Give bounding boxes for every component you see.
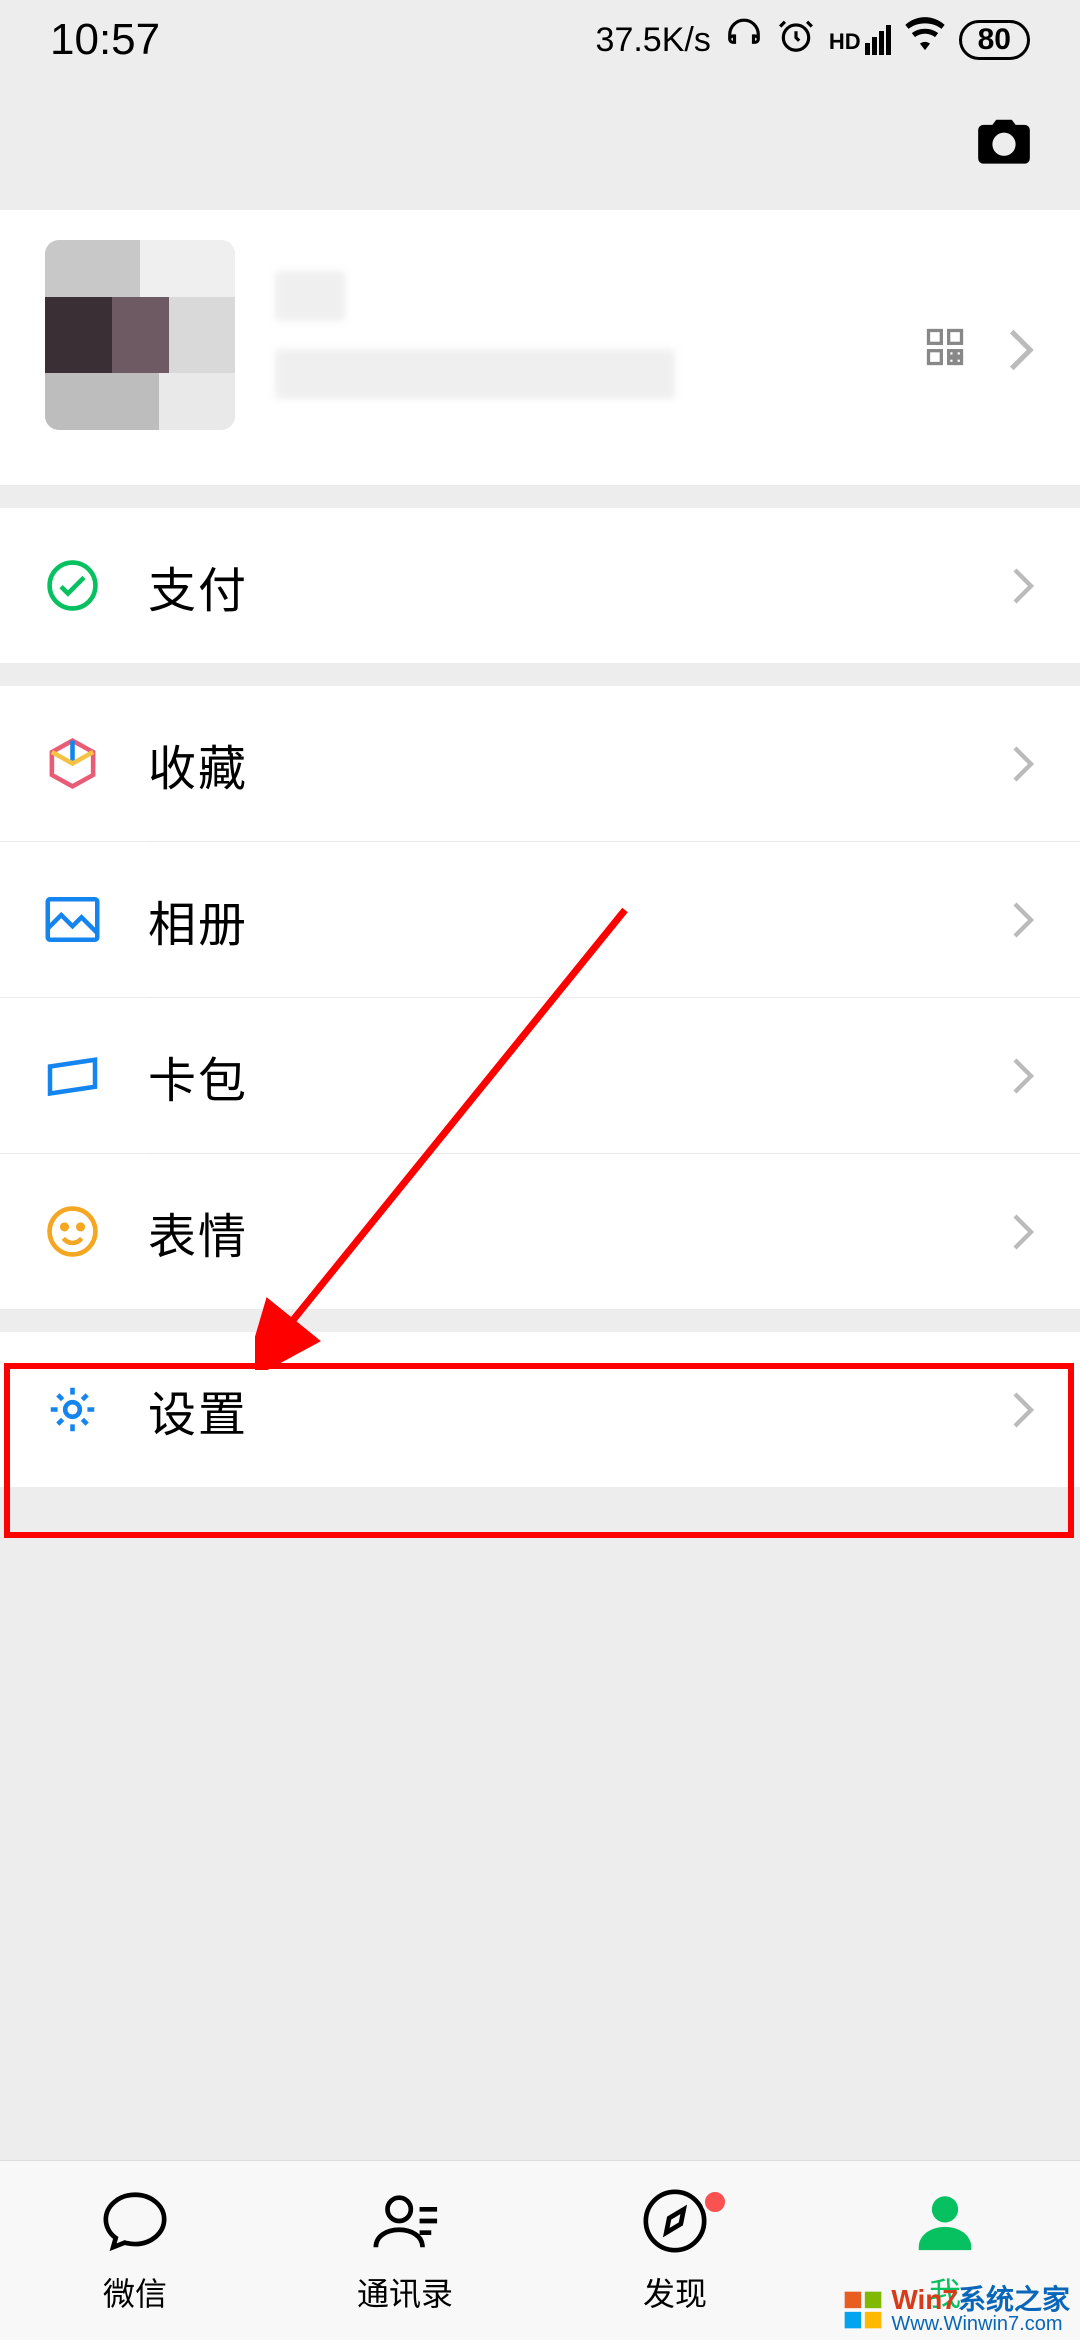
status-time: 10:57 bbox=[50, 15, 160, 65]
avatar bbox=[45, 240, 235, 430]
chevron-right-icon bbox=[1011, 744, 1035, 784]
chevron-right-icon bbox=[1011, 1212, 1035, 1252]
menu-item-stickers[interactable]: 表情 bbox=[0, 1154, 1080, 1309]
notification-dot bbox=[702, 2189, 728, 2215]
tab-label: 微信 bbox=[103, 2269, 167, 2315]
chevron-right-icon bbox=[1011, 1056, 1035, 1096]
sticker-icon bbox=[45, 1204, 100, 1259]
chevron-right-icon bbox=[1011, 900, 1035, 940]
settings-icon bbox=[45, 1382, 100, 1437]
menu-item-favorites[interactable]: 收藏 bbox=[0, 686, 1080, 841]
camera-icon[interactable] bbox=[973, 112, 1035, 179]
chevron-right-icon bbox=[1011, 1390, 1035, 1430]
profile-info bbox=[275, 271, 1035, 399]
menu-label: 支付 bbox=[148, 551, 248, 621]
battery-indicator: 80 bbox=[959, 20, 1030, 60]
tab-chats[interactable]: 微信 bbox=[0, 2161, 270, 2340]
menu-item-pay[interactable]: 支付 bbox=[0, 508, 1080, 663]
menu-item-album[interactable]: 相册 bbox=[0, 842, 1080, 997]
me-icon bbox=[910, 2186, 980, 2261]
discover-icon bbox=[640, 2186, 710, 2261]
menu-label: 表情 bbox=[148, 1197, 248, 1267]
chats-icon bbox=[100, 2186, 170, 2261]
tab-contacts[interactable]: 通讯录 bbox=[270, 2161, 540, 2340]
tab-discover[interactable]: 发现 bbox=[540, 2161, 810, 2340]
header-camera-row bbox=[0, 80, 1080, 210]
status-net-speed: 37.5K/s bbox=[596, 21, 711, 60]
hd-signal-icon: HD bbox=[829, 25, 891, 55]
tab-label: 通讯录 bbox=[357, 2269, 453, 2315]
pay-icon bbox=[45, 558, 100, 613]
tab-label: 我 bbox=[929, 2269, 961, 2315]
profile-card[interactable] bbox=[0, 210, 1080, 485]
tab-me[interactable]: 我 bbox=[810, 2161, 1080, 2340]
alarm-icon bbox=[777, 17, 815, 64]
menu-label: 收藏 bbox=[148, 729, 248, 799]
tab-bar: 微信 通讯录 发现 我 bbox=[0, 2160, 1080, 2340]
menu-item-cards[interactable]: 卡包 bbox=[0, 998, 1080, 1153]
favorites-icon bbox=[45, 736, 100, 791]
cards-icon bbox=[45, 1048, 100, 1103]
album-icon bbox=[45, 892, 100, 947]
status-bar: 10:57 37.5K/s HD 80 bbox=[0, 0, 1080, 80]
wifi-icon bbox=[905, 16, 945, 65]
tab-label: 发现 bbox=[643, 2269, 707, 2315]
menu-label: 设置 bbox=[148, 1375, 248, 1445]
contacts-icon bbox=[370, 2186, 440, 2261]
menu-item-settings[interactable]: 设置 bbox=[0, 1332, 1080, 1487]
chevron-right-icon bbox=[1011, 566, 1035, 606]
menu-label: 卡包 bbox=[148, 1041, 248, 1111]
status-right: 37.5K/s HD 80 bbox=[596, 16, 1030, 65]
headphones-icon bbox=[725, 17, 763, 64]
qr-code-icon[interactable] bbox=[923, 325, 967, 374]
menu-label: 相册 bbox=[148, 885, 248, 955]
chevron-right-icon bbox=[1007, 327, 1035, 373]
